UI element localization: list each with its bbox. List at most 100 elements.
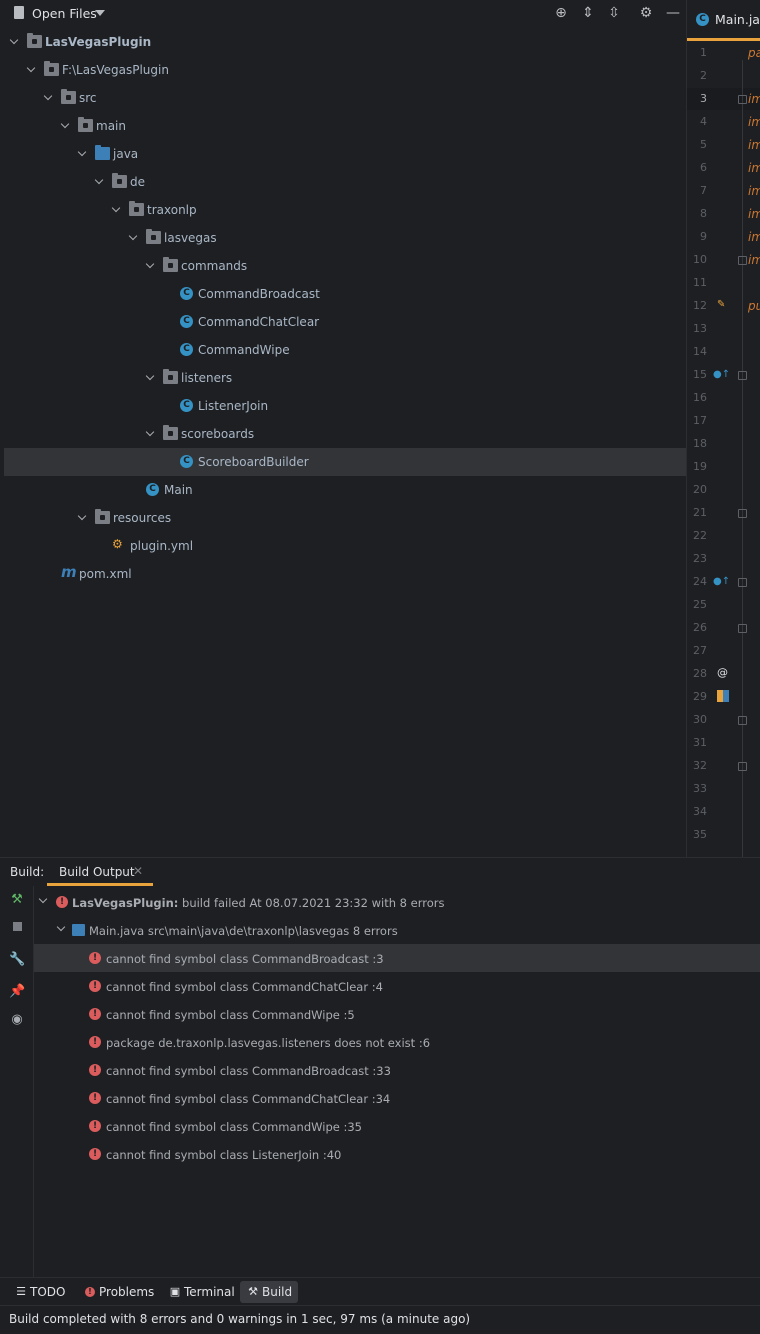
chevron-down-icon[interactable]	[95, 176, 105, 186]
tree-item[interactable]: C CommandChatClear	[4, 308, 686, 336]
wrench-icon[interactable]: 🔧	[9, 952, 25, 968]
chevron-down-icon[interactable]	[27, 64, 37, 74]
line-number: 26	[693, 621, 707, 634]
line-number: 27	[693, 644, 707, 657]
collapse-all-icon[interactable]: ⇳	[606, 5, 622, 21]
build-summary-row[interactable]: ! LasVegasPlugin: build failed At 08.07.…	[34, 888, 760, 916]
color-preview-icon[interactable]	[717, 690, 729, 702]
error-icon: !	[56, 896, 68, 908]
fold-marker[interactable]	[738, 624, 747, 633]
tab-build-output[interactable]: Build Output ✕	[47, 858, 153, 886]
code-line[interactable]: im	[748, 207, 760, 221]
line-number: 35	[693, 828, 707, 841]
run-gutter-icon[interactable]: ✎	[717, 299, 725, 310]
problems-tool-button[interactable]: ! Problems	[77, 1281, 157, 1303]
tree-item[interactable]: de	[4, 168, 686, 196]
code-line[interactable]: pa	[748, 46, 760, 60]
chevron-down-icon[interactable]	[112, 204, 122, 214]
chevron-down-icon[interactable]	[78, 512, 88, 522]
tree-item[interactable]: commands	[4, 252, 686, 280]
line-number: 21	[693, 506, 707, 519]
tree-item[interactable]: java	[4, 140, 686, 168]
hide-icon[interactable]: —	[665, 5, 681, 21]
tree-item[interactable]: C CommandWipe	[4, 336, 686, 364]
view-selector[interactable]: Open Files	[32, 6, 97, 21]
build-tool-button[interactable]: ⚒ Build	[240, 1281, 298, 1303]
tree-item[interactable]: C CommandBroadcast	[4, 280, 686, 308]
code-line[interactable]: im	[748, 253, 760, 267]
active-tab-indicator	[687, 38, 760, 41]
tree-item[interactable]: m pom.xml	[4, 560, 686, 588]
annotation-gutter-icon[interactable]: @	[717, 666, 728, 679]
chevron-down-icon[interactable]	[10, 36, 20, 46]
hammer-icon[interactable]: ⚒	[9, 892, 25, 908]
tree-item[interactable]: C ListenerJoin	[4, 392, 686, 420]
error-row[interactable]: ! cannot find symbol class CommandChatCle…	[34, 1084, 760, 1112]
fold-marker[interactable]	[738, 371, 747, 380]
stop-icon[interactable]	[9, 920, 25, 936]
error-row[interactable]: ! package de.traxonlp.lasvegas.listeners …	[34, 1028, 760, 1056]
pin-icon[interactable]: 📌	[9, 984, 25, 1000]
java-file-icon	[72, 924, 85, 936]
fold-marker[interactable]	[738, 256, 747, 265]
code-line[interactable]: im	[748, 184, 760, 198]
tree-item-label: plugin.yml	[130, 539, 194, 553]
class-icon: C	[180, 315, 193, 328]
code-line[interactable]: im	[748, 92, 760, 106]
override-gutter-icon[interactable]: ●↑	[713, 369, 730, 380]
tree-item[interactable]: resources	[4, 504, 686, 532]
tree-item[interactable]: C ScoreboardBuilder	[4, 448, 686, 476]
chevron-down-icon[interactable]	[129, 232, 139, 242]
tree-item[interactable]: src	[4, 84, 686, 112]
error-row[interactable]: ! cannot find symbol class CommandWipe :3…	[34, 1112, 760, 1140]
tree-item-label: CommandWipe	[198, 343, 290, 357]
list-icon: ☰	[16, 1285, 26, 1298]
eye-icon[interactable]: ◉	[9, 1012, 25, 1028]
chevron-down-icon[interactable]	[78, 148, 88, 158]
locate-icon[interactable]: ⊕	[553, 5, 569, 21]
line-number: 14	[693, 345, 707, 358]
chevron-down-icon[interactable]	[38, 894, 48, 904]
code-line[interactable]: im	[748, 161, 760, 175]
chevron-down-icon[interactable]	[95, 10, 105, 16]
fold-marker[interactable]	[738, 95, 747, 104]
file-error-row[interactable]: Main.java src\main\java\de\traxonlp\lasv…	[34, 916, 760, 944]
chevron-down-icon[interactable]	[44, 92, 54, 102]
tree-item[interactable]: main	[4, 112, 686, 140]
expand-all-icon[interactable]: ⇕	[580, 5, 596, 21]
status-message[interactable]: Build completed with 8 errors and 0 warn…	[9, 1312, 470, 1326]
tree-item[interactable]: F:\LasVegasPlugin	[4, 56, 686, 84]
code-line[interactable]: im	[748, 115, 760, 129]
code-line[interactable]: im	[748, 230, 760, 244]
tree-item[interactable]: C Main	[4, 476, 686, 504]
tree-item[interactable]: LasVegasPlugin	[4, 28, 686, 56]
fold-marker[interactable]	[738, 762, 747, 771]
error-row[interactable]: ! cannot find symbol class CommandWipe :5	[34, 1000, 760, 1028]
tree-item[interactable]: lasvegas	[4, 224, 686, 252]
build-summary: LasVegasPlugin: build failed At 08.07.20…	[72, 896, 444, 910]
chevron-down-icon[interactable]	[146, 260, 156, 270]
tree-item[interactable]: listeners	[4, 364, 686, 392]
code-line[interactable]: pu	[748, 299, 760, 313]
fold-marker[interactable]	[738, 716, 747, 725]
chevron-down-icon[interactable]	[146, 428, 156, 438]
chevron-down-icon[interactable]	[61, 120, 71, 130]
tree-item[interactable]: traxonlp	[4, 196, 686, 224]
editor-tab-main[interactable]: C Main.java	[687, 0, 760, 41]
error-row[interactable]: ! cannot find symbol class CommandChatCle…	[34, 972, 760, 1000]
gear-icon[interactable]: ⚙	[638, 5, 654, 21]
chevron-down-icon[interactable]	[56, 922, 66, 932]
todo-tool-button[interactable]: ☰ TODO	[8, 1281, 70, 1303]
fold-marker[interactable]	[738, 509, 747, 518]
tree-item[interactable]: scoreboards	[4, 420, 686, 448]
error-row[interactable]: ! cannot find symbol class ListenerJoin :…	[34, 1140, 760, 1168]
fold-marker[interactable]	[738, 578, 747, 587]
tree-item[interactable]: ⚙ plugin.yml	[4, 532, 686, 560]
close-icon[interactable]: ✕	[133, 864, 143, 878]
terminal-tool-button[interactable]: ▣ Terminal	[162, 1281, 240, 1303]
code-line[interactable]: im	[748, 138, 760, 152]
chevron-down-icon[interactable]	[146, 372, 156, 382]
override-gutter-icon[interactable]: ●↑	[713, 576, 730, 587]
error-row[interactable]: ! cannot find symbol class CommandBroadca…	[34, 944, 760, 972]
error-row[interactable]: ! cannot find symbol class CommandBroadca…	[34, 1056, 760, 1084]
